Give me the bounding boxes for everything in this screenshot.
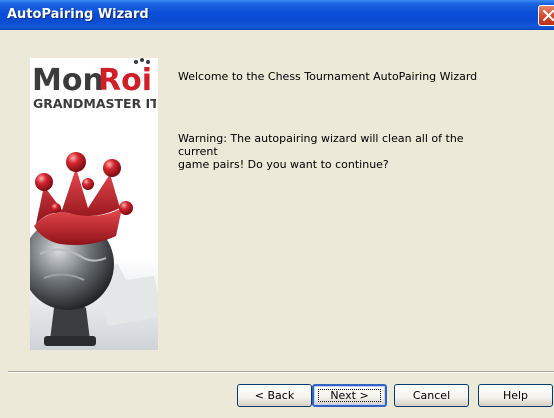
title-bar[interactable]: AutoPairing Wizard — [0, 0, 554, 30]
next-button[interactable]: Next > — [312, 384, 387, 407]
close-icon — [543, 10, 554, 21]
monroi-logo: Mon Roi GRANDMASTER IT — [32, 58, 156, 111]
help-button[interactable]: Help — [478, 384, 553, 407]
brand-word-mon: Mon — [32, 63, 104, 98]
separator-highlight — [8, 372, 554, 373]
warning-line-2: game pairs! Do you want to continue? — [178, 158, 389, 171]
cancel-button-label: Cancel — [412, 389, 451, 402]
cancel-button[interactable]: Cancel — [394, 384, 469, 407]
back-button-label: < Back — [254, 389, 295, 402]
brand-tagline: GRANDMASTER IT — [33, 96, 156, 111]
close-button[interactable] — [538, 5, 554, 26]
help-button-label: Help — [502, 389, 529, 402]
welcome-text: Welcome to the Chess Tournament AutoPair… — [178, 70, 478, 83]
next-button-label: Next > — [330, 389, 369, 402]
monroi-banner-image: Mon Roi GRANDMASTER IT — [30, 58, 158, 350]
window-title: AutoPairing Wizard — [7, 7, 149, 22]
warning-line-1: Warning: The autopairing wizard will cle… — [178, 132, 464, 158]
brand-word-roi: Roi — [98, 63, 152, 98]
warning-text: Warning: The autopairing wizard will cle… — [178, 132, 478, 171]
back-button[interactable]: < Back — [237, 384, 312, 407]
